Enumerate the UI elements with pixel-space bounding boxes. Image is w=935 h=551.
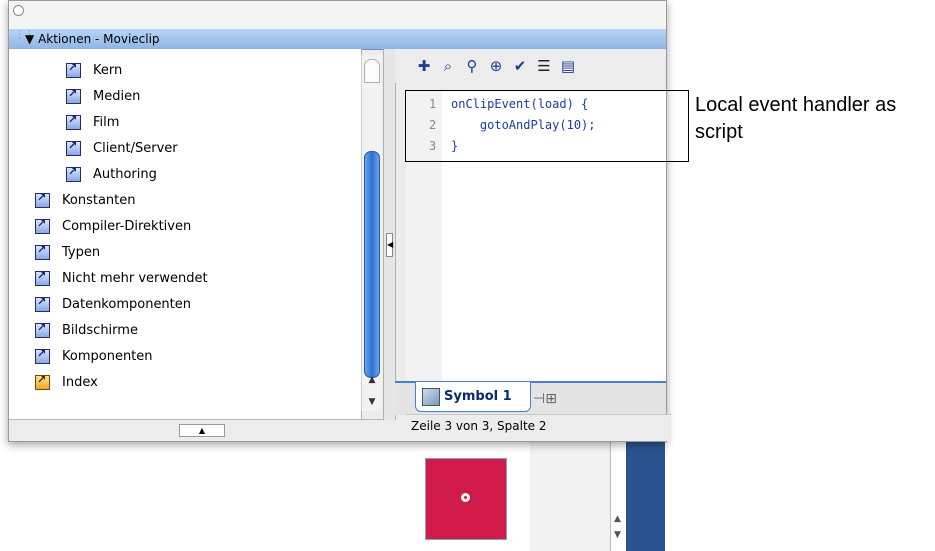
book-icon xyxy=(66,61,81,78)
tree-item-client-server[interactable]: Client/Server xyxy=(66,135,178,161)
actions-toolbox: Kern Medien Film Client/Server Authoring… xyxy=(9,49,362,419)
close-window-icon[interactable] xyxy=(13,5,24,16)
book-icon xyxy=(35,191,50,208)
scrollbar-track-top xyxy=(364,59,380,83)
book-icon xyxy=(66,139,81,156)
tab-symbol[interactable]: Symbol 1 xyxy=(415,382,531,412)
movieclip-instance[interactable] xyxy=(425,458,507,540)
replace-icon[interactable]: ⚲ xyxy=(463,57,481,75)
scroll-down-arrow-icon[interactable]: ▼ xyxy=(365,397,379,407)
tab-label: Symbol 1 xyxy=(444,389,512,404)
tree-item-bildschirme[interactable]: Bildschirme xyxy=(35,317,138,343)
annotation-callout-box xyxy=(405,90,689,162)
auto-format-icon[interactable]: ☰ xyxy=(535,57,553,75)
tree-item-nicht-mehr-verwendet[interactable]: Nicht mehr verwendet xyxy=(35,265,208,291)
book-icon xyxy=(35,243,50,260)
annotation-label: Local event handler as script xyxy=(695,94,897,143)
tree-item-authoring[interactable]: Authoring xyxy=(66,161,157,187)
panel-header[interactable]: ⋮⋮ ▼ Aktionen - Movieclip xyxy=(9,29,666,50)
actions-panel: ⋮⋮ ▼ Aktionen - Movieclip Kern Medien Fi… xyxy=(8,0,671,442)
collapse-triangle-icon[interactable]: ▼ xyxy=(25,32,34,46)
expand-up-button[interactable]: ▲ xyxy=(179,424,225,437)
book-icon xyxy=(35,321,50,338)
window-titlebar[interactable] xyxy=(9,1,666,30)
tree-item-medien[interactable]: Medien xyxy=(66,83,140,109)
tree-item-komponenten[interactable]: Komponenten xyxy=(35,343,153,369)
tree-item-kern[interactable]: Kern xyxy=(66,57,122,83)
book-icon xyxy=(66,113,81,130)
background-window-edge xyxy=(625,440,665,551)
panel-title: Aktionen - Movieclip xyxy=(38,32,160,46)
check-syntax-icon[interactable]: ✔ xyxy=(511,57,529,75)
scroll-up-arrow-icon[interactable]: ▲ xyxy=(365,375,379,385)
pin-script-icon[interactable]: ⊣⊞ xyxy=(533,391,557,407)
target-path-icon[interactable]: ⊕ xyxy=(487,57,505,75)
code-hint-icon[interactable]: ▤ xyxy=(559,57,577,75)
scrollbar-thumb[interactable] xyxy=(364,151,380,378)
toolbox-footer: ▲ xyxy=(9,419,383,441)
grip-icon[interactable]: ⋮⋮ xyxy=(15,31,34,46)
registration-point-icon xyxy=(461,493,470,502)
find-icon[interactable]: ⌕ xyxy=(439,57,457,75)
book-icon xyxy=(35,217,50,234)
book-icon xyxy=(35,347,50,364)
tree-item-compiler-direktiven[interactable]: Compiler-Direktiven xyxy=(35,213,191,239)
collapse-left-arrow-icon[interactable]: ◀ xyxy=(386,233,393,257)
tree-item-datenkomponenten[interactable]: Datenkomponenten xyxy=(35,291,191,317)
book-icon xyxy=(66,165,81,182)
tree-item-film[interactable]: Film xyxy=(66,109,119,135)
book-icon xyxy=(35,269,50,286)
scroll-down-arrow-icon[interactable]: ▼ xyxy=(611,530,624,541)
book-icon xyxy=(35,295,50,312)
tree-item-konstanten[interactable]: Konstanten xyxy=(35,187,135,213)
add-statement-icon[interactable]: ✚ xyxy=(415,57,433,75)
scroll-up-arrow-icon[interactable]: ▲ xyxy=(611,514,624,525)
book-icon xyxy=(66,87,81,104)
index-book-icon xyxy=(35,373,50,390)
status-bar: Zeile 3 von 3, Spalte 2 xyxy=(406,414,671,441)
tree-item-typen[interactable]: Typen xyxy=(35,239,100,265)
tree-item-index[interactable]: Index xyxy=(35,369,98,395)
script-toolbar: ✚ ⌕ ⚲ ⊕ ✔ ☰ ▤ xyxy=(395,49,666,83)
movieclip-symbol-icon xyxy=(422,387,440,406)
